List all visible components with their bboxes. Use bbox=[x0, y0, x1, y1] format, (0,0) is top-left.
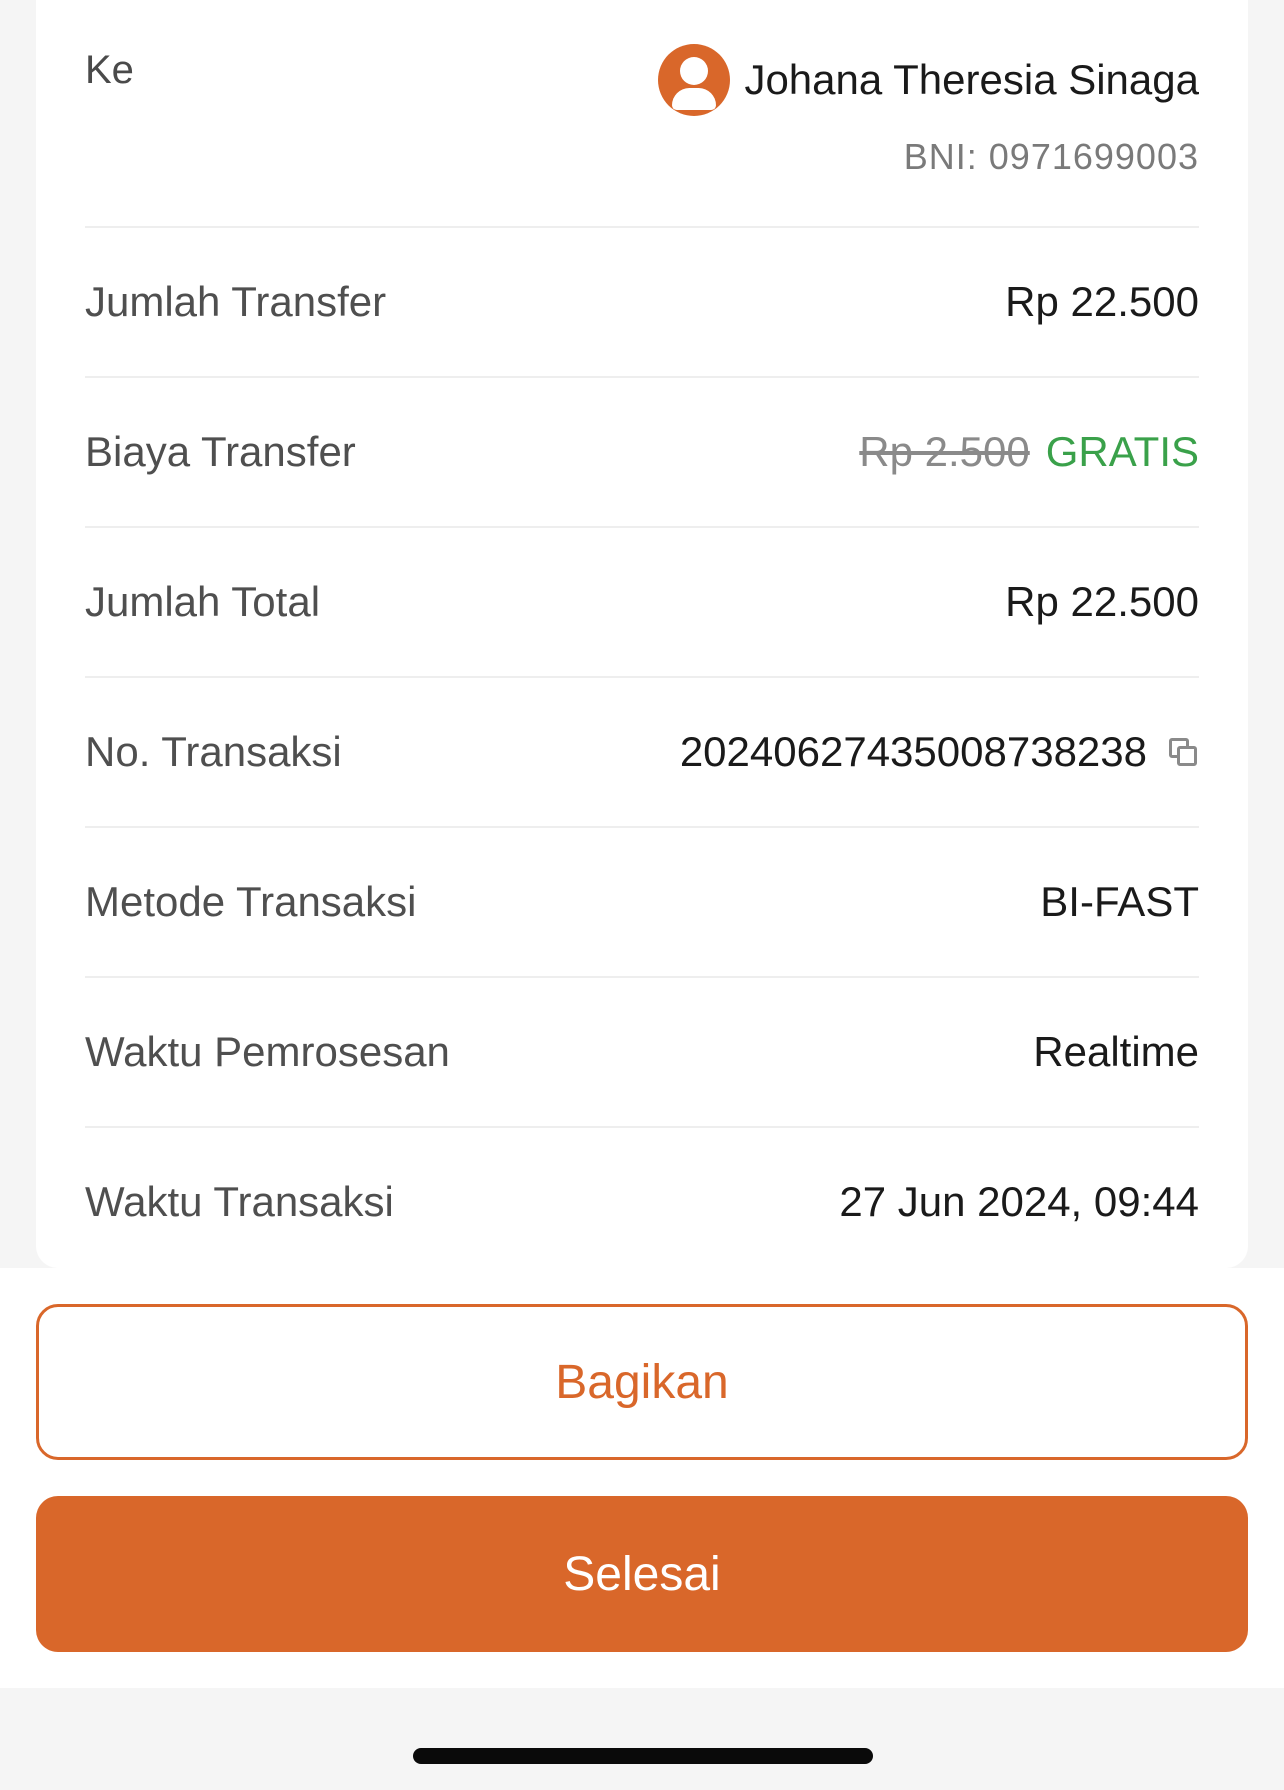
copy-icon[interactable] bbox=[1167, 736, 1199, 768]
processing-time-row: Waktu Pemrosesan Realtime bbox=[85, 978, 1199, 1128]
recipient-name: Johana Theresia Sinaga bbox=[744, 56, 1199, 103]
transaction-number-value: 20240627435008738238 bbox=[679, 728, 1147, 775]
transaction-number-row: No. Transaksi 20240627435008738238 bbox=[85, 678, 1199, 828]
transfer-fee-row: Biaya Transfer Rp 2.500 GRATIS bbox=[85, 378, 1199, 528]
recipient-account: BNI: 0971699003 bbox=[903, 136, 1199, 177]
user-icon bbox=[658, 44, 731, 116]
total-amount-value: Rp 22.500 bbox=[1005, 578, 1199, 625]
transfer-fee-value: Rp 2.500 GRATIS bbox=[859, 428, 1199, 476]
home-indicator[interactable] bbox=[413, 1748, 873, 1764]
transaction-method-label: Metode Transaksi bbox=[85, 878, 417, 925]
transfer-fee-label: Biaya Transfer bbox=[85, 428, 356, 475]
action-bar: Bagikan Selesai bbox=[0, 1268, 1284, 1688]
transaction-time-row: Waktu Transaksi 27 Jun 2024, 09:44 bbox=[85, 1128, 1199, 1276]
recipient-section: Ke Johana Theresia Sinaga BNI: 097169900… bbox=[85, 0, 1199, 228]
total-amount-label: Jumlah Total bbox=[85, 578, 321, 625]
transaction-number-label: No. Transaksi bbox=[85, 728, 342, 775]
original-fee: Rp 2.500 bbox=[859, 428, 1030, 475]
transfer-amount-label: Jumlah Transfer bbox=[85, 278, 387, 325]
recipient-label: Ke bbox=[85, 48, 134, 92]
processing-time-value: Realtime bbox=[1033, 1028, 1199, 1075]
transaction-method-value: BI-FAST bbox=[1040, 878, 1199, 925]
receipt-card: Ke Johana Theresia Sinaga BNI: 097169900… bbox=[36, 0, 1248, 1268]
transaction-method-row: Metode Transaksi BI-FAST bbox=[85, 828, 1199, 978]
transaction-time-label: Waktu Transaksi bbox=[85, 1178, 394, 1225]
transfer-amount-value: Rp 22.500 bbox=[1005, 278, 1199, 325]
transfer-amount-row: Jumlah Transfer Rp 22.500 bbox=[85, 228, 1199, 378]
share-button[interactable]: Bagikan bbox=[36, 1304, 1248, 1460]
free-fee-badge: GRATIS bbox=[1045, 428, 1199, 475]
transaction-time-value: 27 Jun 2024, 09:44 bbox=[839, 1178, 1199, 1225]
done-button[interactable]: Selesai bbox=[36, 1496, 1248, 1652]
transaction-number-group: 20240627435008738238 bbox=[680, 728, 1199, 776]
total-amount-row: Jumlah Total Rp 22.500 bbox=[85, 528, 1199, 678]
recipient-identity: Johana Theresia Sinaga bbox=[658, 44, 1199, 116]
processing-time-label: Waktu Pemrosesan bbox=[85, 1028, 450, 1075]
